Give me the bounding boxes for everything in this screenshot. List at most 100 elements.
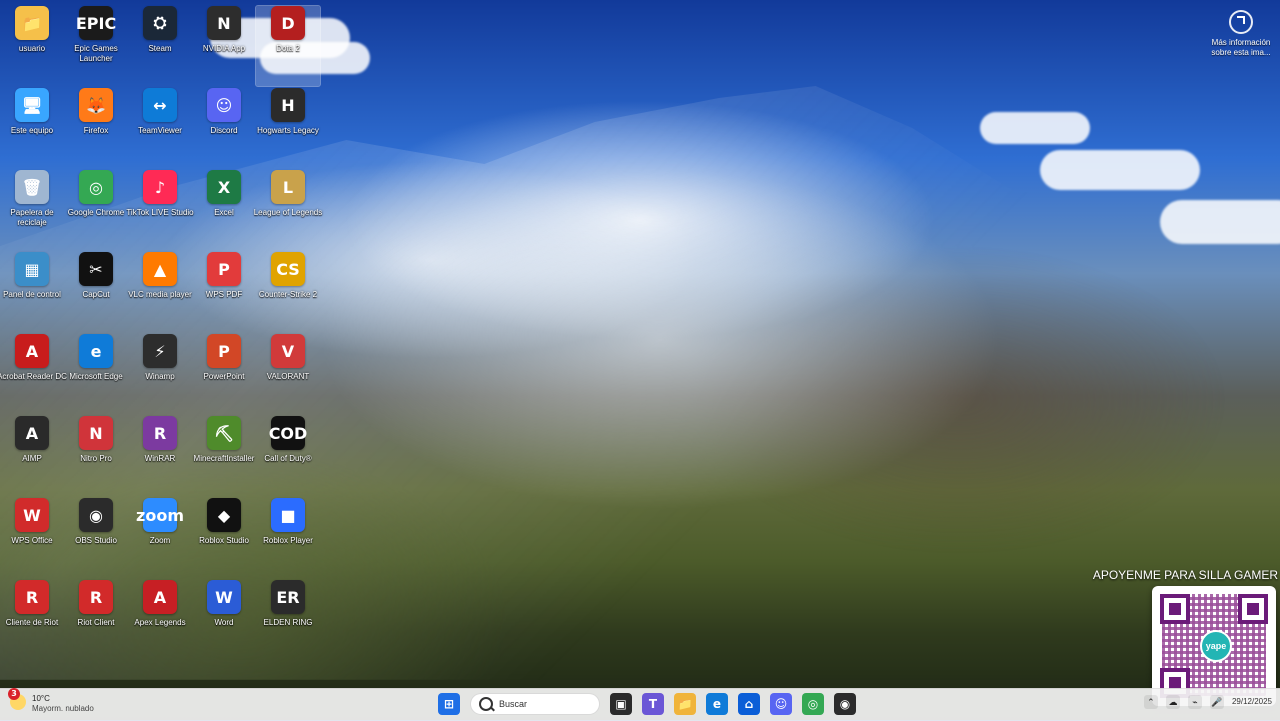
taskbar: 3 10°C Mayorm. nublado ⊞ Buscar ▣ T 📁 e …	[0, 688, 1280, 721]
wps-pdf-icon: P	[207, 252, 241, 286]
obs-button[interactable]: ◉	[834, 693, 856, 715]
desktop-icon-label: WPS Office	[11, 536, 53, 545]
desktop-icon-label: Steam	[148, 44, 172, 53]
desktop-icon-label: Epic Games Launcher	[74, 44, 118, 63]
desktop-icon[interactable]: ♪ TikTok LIVE Studio	[126, 170, 194, 250]
desktop-icon[interactable]: 🦊 Firefox	[64, 88, 128, 168]
riot-client-icon: R	[79, 580, 113, 614]
desktop-icon[interactable]: ◉ OBS Studio	[64, 498, 128, 578]
network-icon[interactable]: ⌁	[1187, 695, 1202, 709]
desktop-icon[interactable]: ⛭ Steam	[128, 6, 192, 86]
desktop-icon[interactable]: ▲ VLC media player	[128, 252, 192, 332]
tiktok-live-icon: ♪	[143, 170, 177, 204]
desktop-icon[interactable]: ER ELDEN RING	[256, 580, 320, 660]
desktop-icon[interactable]: e Microsoft Edge	[64, 334, 128, 414]
chrome-button[interactable]: ◎	[802, 693, 824, 715]
desktop-icon[interactable]: X Excel	[192, 170, 256, 250]
steam-icon: ⛭	[143, 6, 177, 40]
desktop-icon[interactable]: ⚡ Winamp	[128, 334, 192, 414]
obs-icon: ◉	[79, 498, 113, 532]
task-view-button[interactable]: ▣	[610, 693, 632, 715]
aimp-icon: A	[15, 416, 49, 450]
discord-button[interactable]: ☺	[770, 693, 792, 715]
desktop-icon[interactable]: ☺ Discord	[192, 88, 256, 168]
elden-ring-icon: ER	[271, 580, 305, 614]
date[interactable]: 29/12/2025	[1232, 697, 1272, 707]
desktop-icon-label: Riot Client	[77, 618, 115, 627]
desktop-icon[interactable]: L League of Legends	[254, 170, 322, 250]
valorant-icon: V	[271, 334, 305, 368]
desktop-icon[interactable]: zoom Zoom	[128, 498, 192, 578]
edge-button[interactable]: e	[706, 693, 728, 715]
notification-badge: 3	[8, 688, 20, 700]
desktop-icon[interactable]: ■ Roblox Player	[256, 498, 320, 578]
winamp-icon: ⚡	[143, 334, 177, 368]
store-button[interactable]: ⌂	[738, 693, 760, 715]
microphone-icon[interactable]: 🎤	[1209, 695, 1224, 709]
roblox-player-icon: ■	[271, 498, 305, 532]
epic-games-icon: EPIC	[76, 6, 116, 40]
desktop-icon[interactable]: CS Counter-Strike 2	[256, 252, 320, 332]
desktop-icon-label: Discord	[210, 126, 238, 135]
system-tray: ⌃ ☁ ⌁ 🎤 29/12/2025	[1143, 695, 1272, 709]
dota-icon: D	[271, 6, 305, 40]
desktop-icon-label: ELDEN RING	[263, 618, 313, 627]
chevron-up-icon[interactable]: ⌃	[1143, 695, 1158, 709]
desktop-icon[interactable]: W WPS Office	[0, 498, 64, 578]
desktop-icon[interactable]: ↔ TeamViewer	[128, 88, 192, 168]
teams-button[interactable]: T	[642, 693, 664, 715]
desktop-icon[interactable]: A Acrobat Reader DC	[0, 334, 67, 414]
spotlight-info-icon	[1229, 10, 1253, 34]
desktop-icon[interactable]: A AIMP	[0, 416, 64, 496]
desktop-icon[interactable]: V VALORANT	[256, 334, 320, 414]
desktop-icon-label: Cliente de Riot	[5, 618, 59, 627]
desktop-icon[interactable]: A Apex Legends	[128, 580, 192, 660]
desktop-icon[interactable]: W Word	[192, 580, 256, 660]
file-explorer-button[interactable]: 📁	[674, 693, 696, 715]
desktop-icon[interactable]: P PowerPoint	[192, 334, 256, 414]
desktop-icon-label: VALORANT	[266, 372, 310, 381]
desktop-icon[interactable]: N NVIDIA App	[192, 6, 256, 86]
desktop-icon[interactable]: 🖥 Este equipo	[0, 88, 64, 168]
weather-widget[interactable]: 3 10°C Mayorm. nublado	[8, 688, 94, 713]
counter-strike-icon: CS	[271, 252, 305, 286]
desktop-icon-label: TikTok LIVE Studio	[126, 208, 194, 217]
desktop-icon-label: Winamp	[145, 372, 175, 381]
desktop-icon[interactable]: R WinRAR	[128, 416, 192, 496]
desktop-icon[interactable]: ✂ CapCut	[64, 252, 128, 332]
desktop-icon[interactable]: ◆ Roblox Studio	[192, 498, 256, 578]
search-icon	[479, 697, 493, 711]
desktop-icon-label: Excel	[214, 208, 234, 217]
taskbar-center: ⊞ Buscar ▣ T 📁 e ⌂ ☺ ◎ ◉	[438, 693, 856, 715]
powerpoint-icon: P	[207, 334, 241, 368]
desktop-icon-label: Firefox	[83, 126, 109, 135]
cloud-icon[interactable]: ☁	[1165, 695, 1180, 709]
desktop-icon[interactable]: ⛏ MinecraftInstaller	[192, 416, 256, 496]
spotlight-info[interactable]: Más información sobre esta ima...	[1204, 10, 1278, 58]
desktop-icon[interactable]: 🗑 Papelera de reciclaje	[0, 170, 64, 250]
recycle-bin-icon: 🗑	[15, 170, 49, 204]
start-button[interactable]: ⊞	[438, 693, 460, 715]
desktop-icon[interactable]: H Hogwarts Legacy	[256, 88, 320, 168]
capcut-icon: ✂	[79, 252, 113, 286]
roblox-studio-icon: ◆	[207, 498, 241, 532]
nvidia-icon: N	[207, 6, 241, 40]
desktop-icon[interactable]: N Nitro Pro	[64, 416, 128, 496]
desktop-icon[interactable]: P WPS PDF	[192, 252, 256, 332]
desktop-icon[interactable]: ◎ Google Chrome	[64, 170, 128, 250]
desktop-icon[interactable]: R Cliente de Riot	[0, 580, 64, 660]
desktop-icon[interactable]: D Dota 2	[255, 5, 321, 87]
monitor-icon: 🖥	[15, 88, 49, 122]
desktop-icon-label: Panel de control	[3, 290, 61, 299]
desktop-icon[interactable]: 📁 usuario	[0, 6, 64, 86]
desktop-icon-label: NVIDIA App	[202, 44, 246, 53]
nitro-icon: N	[79, 416, 113, 450]
desktop-icon-label: Zoom	[149, 536, 171, 545]
desktop-icon[interactable]: R Riot Client	[64, 580, 128, 660]
desktop-icon[interactable]: ▦ Panel de control	[0, 252, 64, 332]
desktop-icon[interactable]: EPIC Epic Games Launcher	[64, 6, 128, 86]
taskbar-search[interactable]: Buscar	[470, 693, 600, 715]
word-icon: W	[207, 580, 241, 614]
desktop-icon[interactable]: COD Call of Duty®	[256, 416, 320, 496]
winrar-icon: R	[143, 416, 177, 450]
